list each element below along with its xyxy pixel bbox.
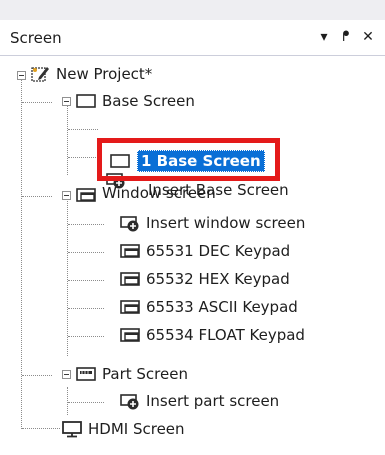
tree-connector: [22, 428, 60, 429]
screen-icon: [110, 154, 130, 168]
tree-connector: [67, 199, 68, 356]
tree-connector: [68, 402, 104, 403]
tree-connector: [67, 105, 68, 175]
window-screen-icon: [120, 328, 140, 342]
window-screen-icon: [76, 188, 96, 202]
tree-node-label: New Project*: [56, 65, 153, 83]
monitor-icon: [62, 421, 82, 438]
tree-node-label: 1 Base Screen: [137, 150, 265, 172]
insert-screen-icon: [120, 216, 139, 232]
collapse-toggle-part-screen[interactable]: [62, 370, 71, 379]
screen-tree: New Project* Base Screen Insert Base Scr…: [0, 57, 385, 455]
tree-connector: [21, 79, 22, 429]
tree-node-label: 65533 ASCII Keypad: [146, 298, 298, 316]
tree-connector: [22, 102, 52, 103]
tree-node-label: 65534 FLOAT Keypad: [146, 326, 305, 344]
tree-connector: [22, 375, 52, 376]
tree-node-label: HDMI Screen: [88, 420, 185, 438]
screen-icon: [76, 94, 96, 108]
tree-node-label: Insert part screen: [146, 392, 280, 410]
tree-connector: [68, 252, 104, 253]
tree-connector: [68, 280, 104, 281]
tree-connector: [67, 387, 68, 415]
tree-connector: [68, 129, 98, 130]
tree-node-label: Insert window screen: [146, 214, 306, 232]
dropdown-icon[interactable]: ▾: [316, 28, 332, 46]
tree-connector: [68, 308, 104, 309]
top-strip: [0, 0, 385, 20]
tree-node-label: Part Screen: [102, 365, 188, 383]
collapse-toggle-window-screen[interactable]: [62, 191, 71, 200]
tree-connector: [68, 224, 104, 225]
collapse-toggle-base-screen[interactable]: [62, 97, 71, 106]
collapse-toggle-root[interactable]: [17, 71, 26, 80]
window-screen-icon: [120, 272, 140, 286]
tree-node-label: 65532 HEX Keypad: [146, 270, 290, 288]
tree-node-label: 65531 DEC Keypad: [146, 242, 291, 260]
insert-screen-icon: [120, 394, 139, 410]
window-screen-icon: [120, 244, 140, 258]
tree-connector: [22, 196, 52, 197]
close-icon[interactable]: ✕: [360, 28, 376, 46]
tree-connector: [68, 157, 98, 158]
project-icon: [31, 67, 49, 82]
pin-icon[interactable]: ᖰ: [338, 28, 354, 46]
tree-connector: [68, 336, 104, 337]
tree-node-label: Base Screen: [102, 92, 195, 110]
panel-title: Screen: [10, 29, 62, 47]
tree-node-label: Window screen: [102, 184, 216, 202]
window-screen-icon: [120, 300, 140, 314]
part-screen-icon: [76, 367, 96, 381]
panel-header: Screen ▾ ᖰ ✕: [0, 20, 385, 56]
